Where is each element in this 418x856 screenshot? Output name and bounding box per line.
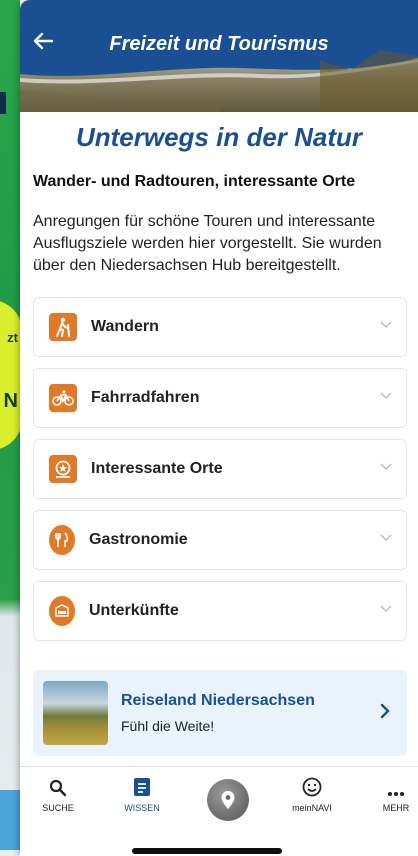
bicycle-icon [49, 384, 77, 412]
bed-pin-icon [49, 596, 75, 626]
chevron-down-icon [380, 605, 392, 612]
chevron-right-icon [379, 702, 391, 725]
category-item-unterkuenfte[interactable]: Unterkünfte [33, 581, 407, 641]
bottom-navigation: SUCHE WISSEN meinNAVI MEHR [20, 766, 418, 828]
header-banner: Freizeit und Tourismus [20, 0, 418, 112]
promo-title: Reiseland Niedersachsen [121, 692, 315, 709]
category-label: Interessante Orte [91, 460, 223, 477]
header-title: Freizeit und Tourismus [109, 33, 329, 55]
background-badge-text-1: zt [7, 330, 18, 345]
promo-subtitle: Fühl die Weite! [121, 718, 215, 734]
category-label: Wandern [91, 318, 159, 335]
background-label [0, 92, 6, 114]
nav-tab-suche[interactable]: SUCHE [28, 767, 88, 813]
home-indicator [132, 848, 282, 854]
category-label: Unterkünfte [89, 602, 179, 619]
page-subheading: Wander- und Radtouren, interessante Orte [33, 173, 356, 190]
category-item-wandern[interactable]: Wandern [33, 297, 407, 357]
category-item-gastronomie[interactable]: Gastronomie [33, 510, 407, 570]
background-map [0, 790, 20, 850]
chevron-down-icon [380, 392, 392, 399]
nav-label: SUCHE [42, 803, 74, 813]
location-pin-icon [221, 791, 235, 809]
page-description: Anregungen für schöne Touren und interes… [33, 213, 382, 274]
nav-label: WISSEN [124, 803, 160, 813]
smiley-icon [282, 767, 342, 797]
nav-tab-meinnavi[interactable]: meinNAVI [282, 767, 342, 813]
background-badge-text-2: N [3, 390, 18, 412]
more-dots-icon [366, 767, 418, 797]
background-badge: zt N [0, 300, 20, 450]
nav-tab-wissen[interactable]: WISSEN [112, 767, 172, 813]
nav-tab-mehr[interactable]: MEHR [366, 767, 418, 813]
page-heading: Unterwegs in der Natur [75, 122, 363, 152]
category-label: Fahrradfahren [91, 389, 200, 406]
category-item-fahrradfahren[interactable]: Fahrradfahren [33, 368, 407, 428]
nav-center-location-button[interactable] [207, 779, 249, 821]
content-sheet: Freizeit und Tourismus Unterwegs in der … [20, 0, 418, 856]
chevron-down-icon [380, 463, 392, 470]
search-icon [28, 767, 88, 797]
document-icon [112, 767, 172, 797]
background-app-strip: zt N [0, 0, 20, 856]
chevron-down-icon [380, 534, 392, 541]
category-item-interessante-orte[interactable]: Interessante Orte [33, 439, 407, 499]
hiking-icon [49, 313, 77, 341]
header-wave-shape [20, 0, 418, 112]
category-label: Gastronomie [89, 531, 188, 548]
category-list: Wandern Fahrradfahren Interessante Orte … [33, 297, 407, 641]
nav-label: MEHR [382, 803, 410, 813]
cutlery-pin-icon [49, 525, 75, 555]
nav-label: meinNAVI [292, 803, 332, 813]
chevron-down-icon [380, 321, 392, 328]
promo-image [43, 681, 108, 745]
star-sign-icon [49, 455, 77, 483]
promo-card-reiseland[interactable]: Reiseland Niedersachsen Fühl die Weite! [33, 670, 407, 756]
